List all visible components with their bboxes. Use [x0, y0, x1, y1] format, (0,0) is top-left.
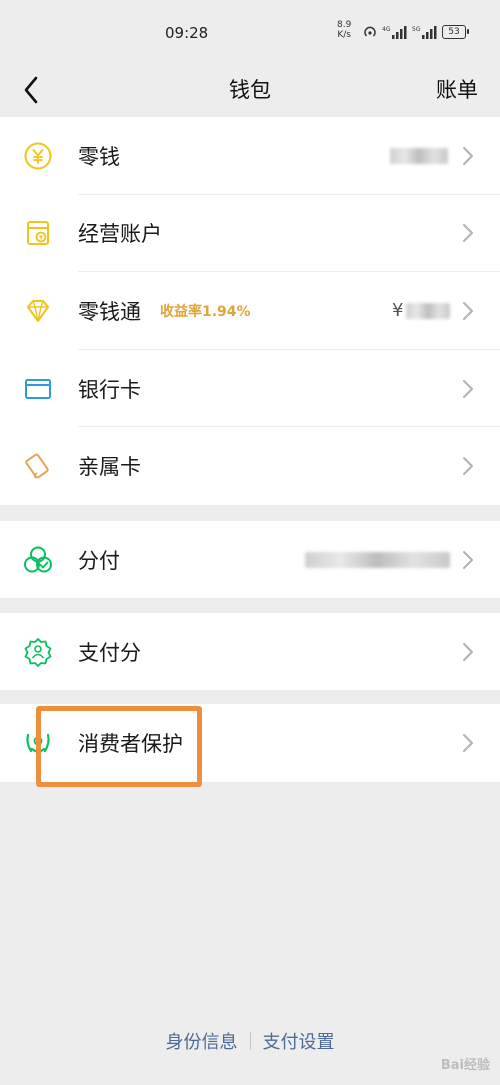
status-icons: 4G 5G 53: [362, 22, 469, 42]
footer-divider: [249, 1032, 251, 1050]
wallet-item-label: 分付: [78, 548, 120, 573]
wallet-item-business-account[interactable]: 经营账户: [0, 195, 500, 273]
chevron-right-icon: [463, 146, 473, 165]
identity-info-link[interactable]: 身份信息: [166, 1028, 238, 1054]
pay-score-icon: [22, 636, 54, 668]
wallet-item-label: 支付分: [78, 640, 141, 665]
wallet-item-label: 零钱: [78, 144, 120, 169]
wallet-item-bank-card[interactable]: 银行卡: [0, 350, 500, 428]
chevron-right-icon: [463, 301, 473, 320]
signal-4g-icon: 4G: [382, 26, 407, 39]
wallet-group-consumer-protection: 消费者保护: [0, 704, 500, 782]
yield-rate-badge: 收益率1.94%: [160, 303, 251, 320]
page-title: 钱包: [229, 78, 271, 102]
wallet-item-label: 经营账户: [78, 222, 162, 247]
chevron-right-icon: [463, 550, 473, 569]
diamond-icon: [22, 295, 54, 327]
fenfu-info-blurred: [305, 551, 450, 568]
bank-card-icon: [22, 373, 54, 405]
network-speed-unit: K/s: [337, 30, 351, 40]
network-speed: 8.9 K/s: [337, 20, 351, 40]
chevron-right-icon: [463, 734, 473, 752]
svg-text:4G: 4G: [382, 26, 391, 33]
shop-account-icon: [22, 217, 54, 249]
currency-symbol: ¥: [392, 300, 404, 322]
wallet-item-label: 零钱通: [78, 299, 141, 324]
signal-5g-icon: 5G: [412, 26, 437, 39]
network-speed-value: 8.9: [337, 20, 352, 30]
status-time: 09:28: [165, 24, 209, 42]
consumer-protection-icon: [22, 727, 54, 759]
nav-bar: 钱包 账单: [0, 66, 500, 116]
fenfu-icon: [22, 544, 54, 576]
balance-value-blurred: [390, 147, 448, 164]
chevron-right-icon: [463, 642, 473, 661]
family-card-icon: [22, 450, 54, 482]
wallet-item-lingqiantong[interactable]: 零钱通 收益率1.94% ¥: [0, 272, 500, 350]
wallet-group-main: 零钱 经营账户 零钱通 收益率1.94% ¥ 银行卡 亲属卡: [0, 117, 500, 505]
footer-links: 身份信息 支付设置: [0, 1028, 500, 1054]
wallet-item-label: 消费者保护: [78, 732, 183, 756]
wallet-group-fenfu: 分付: [0, 521, 500, 598]
coin-icon: [22, 140, 54, 172]
wallet-item-family-card[interactable]: 亲属卡: [0, 427, 500, 505]
hotspot-icon: [364, 26, 376, 37]
chevron-right-icon: [463, 224, 473, 243]
wallet-item-label: 亲属卡: [78, 455, 141, 480]
status-bar: 09:28 8.9 K/s 4G 5G 53: [0, 0, 500, 66]
wallet-item-label: 银行卡: [78, 377, 141, 402]
watermark-logo: Bai经验: [440, 1058, 490, 1073]
wallet-item-balance[interactable]: 零钱: [0, 117, 500, 195]
wallet-item-pay-score[interactable]: 支付分: [0, 613, 500, 690]
wallet-item-fenfu[interactable]: 分付: [0, 521, 500, 598]
chevron-right-icon: [463, 457, 473, 476]
wallet-group-pay-score: 支付分: [0, 613, 500, 690]
battery-icon: 53: [442, 25, 469, 39]
balance-value-blurred: [406, 302, 450, 319]
bill-button[interactable]: 账单: [436, 74, 478, 104]
chevron-right-icon: [463, 379, 473, 398]
wallet-item-consumer-protection[interactable]: 消费者保护: [0, 704, 500, 782]
svg-text:5G: 5G: [412, 26, 421, 33]
payment-settings-link[interactable]: 支付设置: [263, 1028, 335, 1054]
